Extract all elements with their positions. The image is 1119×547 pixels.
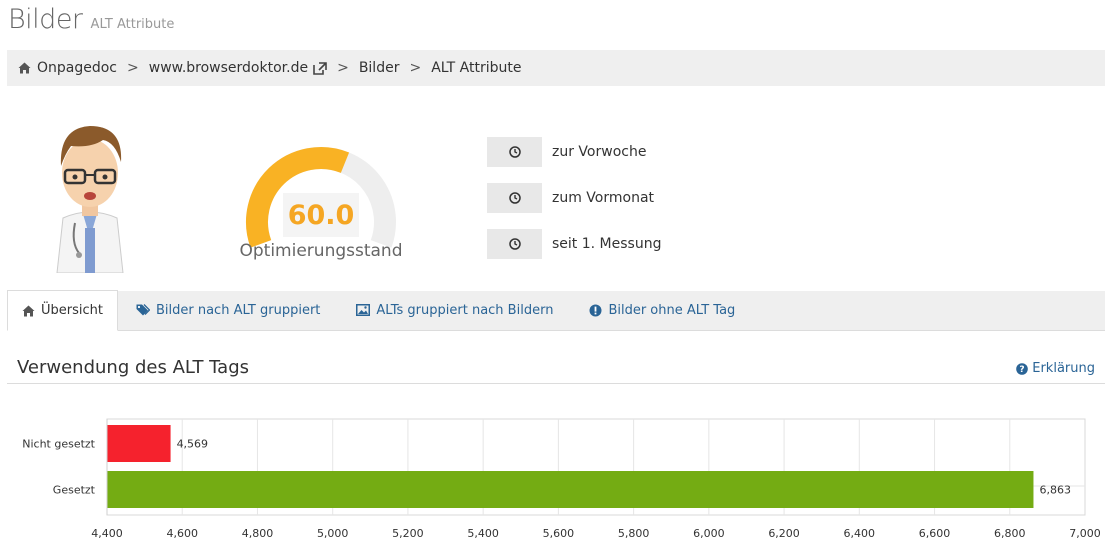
tab-images-without-alt-label: Bilder ohne ALT Tag: [608, 302, 736, 318]
bar: [107, 425, 171, 462]
clock-icon: [508, 238, 521, 250]
x-tick-label: 6,200: [768, 527, 800, 540]
alt-usage-chart: 4,400 4,600 4,800 5,000 5,200 5,400 5,600 5,800…: [22, 418, 1101, 540]
home-icon: [22, 305, 35, 317]
explanation-link[interactable]: ? Erklärung: [1016, 361, 1095, 376]
x-tick-label: 5,200: [392, 527, 424, 540]
exclamation-icon: [589, 304, 602, 317]
comparison-row-first: seit 1. Messung: [487, 229, 661, 259]
clock-icon: [508, 146, 521, 158]
x-tick-label: 6,600: [919, 527, 951, 540]
tab-images-by-alt-label: Bilder nach ALT gruppiert: [155, 302, 321, 318]
x-tick-label: 4,400: [91, 527, 123, 540]
x-tick-label: 7,000: [1069, 527, 1101, 540]
compare-first-button[interactable]: [487, 229, 542, 259]
tab-overview-label: Übersicht: [41, 303, 103, 318]
x-tick-label: 6,800: [994, 527, 1026, 540]
x-tick-label: 6,400: [844, 527, 876, 540]
tags-icon: [136, 304, 150, 316]
tab-alts-by-images-label: ALTs gruppiert nach Bildern: [376, 302, 554, 318]
breadcrumb-item-current: ALT Attribute: [431, 60, 522, 76]
breadcrumb-separator: >: [127, 60, 139, 76]
gauge-label: Optimierungsstand: [239, 241, 403, 261]
section-title: Verwendung des ALT Tags: [17, 357, 250, 378]
x-tick-label: 5,600: [543, 527, 575, 540]
x-tick-label: 4,800: [242, 527, 274, 540]
image-icon: [356, 304, 371, 316]
category-label: Gesetzt: [53, 484, 96, 497]
home-icon: [18, 62, 31, 74]
tab-images-by-alt[interactable]: Bilder nach ALT gruppiert: [118, 290, 338, 330]
breadcrumb-item-bilder[interactable]: Bilder: [359, 60, 400, 76]
breadcrumb-item-onpagedoc[interactable]: Onpagedoc: [37, 60, 117, 76]
compare-week-label: zur Vorwoche: [552, 144, 647, 160]
comparison-row-week: zur Vorwoche: [487, 137, 646, 167]
tab-alts-by-images[interactable]: ALTs gruppiert nach Bildern: [338, 290, 571, 330]
compare-month-button[interactable]: [487, 183, 542, 213]
tab-overview[interactable]: Übersicht: [7, 290, 118, 331]
breadcrumb-separator: >: [337, 60, 349, 76]
x-tick-label: 4,600: [166, 527, 198, 540]
section-divider: [7, 383, 1105, 384]
comparison-row-month: zum Vormonat: [487, 183, 654, 213]
data-label: 6,863: [1039, 484, 1071, 497]
compare-first-label: seit 1. Messung: [552, 236, 662, 252]
breadcrumb: Onpagedoc > www.browserdoktor.de > Bilde…: [7, 50, 1105, 86]
bar: [107, 471, 1034, 508]
page-subtitle: ALT Attribute: [90, 17, 175, 32]
category-label: Nicht gesetzt: [22, 438, 95, 451]
question-circle-icon: ?: [1016, 362, 1029, 375]
x-tick-label: 6,000: [693, 527, 725, 540]
x-tick-label: 5,000: [317, 527, 349, 540]
page-title-main: Bilder: [8, 4, 83, 35]
x-tick-label: 5,800: [618, 527, 650, 540]
external-link-icon[interactable]: [313, 61, 327, 75]
compare-month-label: zum Vormonat: [552, 190, 655, 206]
svg-text:?: ?: [1020, 365, 1025, 375]
breadcrumb-item-domain[interactable]: www.browserdoktor.de: [149, 60, 308, 76]
page-title: Bilder ALT Attribute: [8, 4, 174, 40]
tab-bar: Übersicht Bilder nach ALT gruppiert ALTs…: [7, 290, 1105, 331]
data-label: 4,569: [177, 438, 209, 451]
breadcrumb-separator: >: [409, 60, 422, 76]
clock-icon: [508, 192, 521, 204]
gauge-value: 60.0: [283, 193, 359, 237]
compare-week-button[interactable]: [487, 137, 542, 167]
doctor-avatar: [56, 126, 124, 273]
explanation-link-label: Erklärung: [1032, 361, 1095, 376]
tab-images-without-alt[interactable]: Bilder ohne ALT Tag: [571, 290, 753, 330]
x-tick-label: 5,400: [467, 527, 499, 540]
